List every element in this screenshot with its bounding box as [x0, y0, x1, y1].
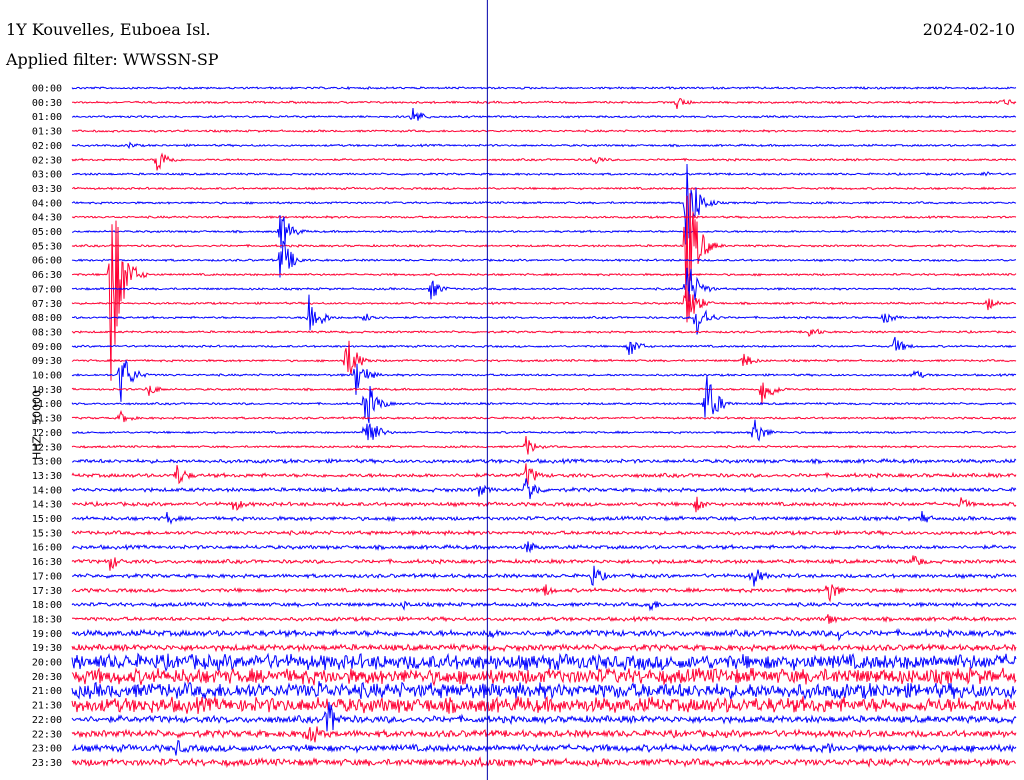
row-time-label: 20:00: [32, 658, 62, 669]
trace-row: [71, 628, 1017, 642]
row-time-label: 21:00: [32, 686, 62, 697]
helicorder-plot: 00:00 00:30 01:00 01:30 02:00 02:30 03:00 03:30…: [32, 0, 1017, 780]
trace-row: [71, 152, 1017, 171]
trace-row: [71, 220, 1017, 381]
trace-row: [71, 171, 1017, 177]
row-time-label: 02:00: [32, 141, 62, 152]
row-time-label: 08:30: [32, 327, 62, 338]
row-time-label: 04:00: [32, 198, 62, 209]
row-time-label: 01:00: [32, 112, 62, 123]
row-time-label: 16:30: [32, 557, 62, 568]
trace-row: [71, 529, 1017, 537]
row-time-label: 00:00: [32, 84, 62, 95]
trace-row: [71, 215, 1017, 249]
row-time-label: 23:00: [32, 744, 62, 755]
trace-row: [71, 478, 1017, 500]
trace-row: [71, 652, 1017, 673]
traces-group: [71, 85, 1017, 769]
row-time-label: 19:30: [32, 643, 62, 654]
row-time-label: 17:30: [32, 586, 62, 597]
row-time-label: 13:00: [32, 457, 62, 468]
trace-row: [71, 681, 1017, 701]
trace-row: [71, 193, 1017, 302]
row-time-label: 16:00: [32, 543, 62, 554]
trace-row: [71, 163, 1017, 245]
row-time-label: 03:00: [32, 170, 62, 181]
row-time-label: 22:00: [32, 715, 62, 726]
row-time-label: 01:30: [32, 127, 62, 138]
row-time-label: 11:30: [32, 414, 62, 425]
row-time-label: 18:30: [32, 614, 62, 625]
trace-row: [71, 108, 1017, 121]
row-time-label: 22:30: [32, 729, 62, 740]
trace-row: [71, 382, 1017, 405]
row-time-label: 07:30: [32, 299, 62, 310]
trace-row: [71, 584, 1017, 603]
row-time-label: 12:00: [32, 428, 62, 439]
row-time-label: 11:00: [32, 399, 62, 410]
row-time-label: 14:00: [32, 485, 62, 496]
row-time-label: 02:30: [32, 155, 62, 166]
row-time-label: 05:30: [32, 241, 62, 252]
row-time-label: 03:30: [32, 184, 62, 195]
trace-row: [72, 294, 1017, 335]
row-time-label: 15:00: [32, 514, 62, 525]
row-time-label: 23:30: [32, 758, 62, 769]
row-time-label: 17:00: [32, 571, 62, 582]
trace-row: [71, 756, 1016, 769]
row-time-label: 14:30: [32, 500, 62, 511]
row-time-label: 00:30: [32, 98, 62, 109]
trace-row: [71, 85, 1017, 91]
row-time-label: 19:00: [32, 629, 62, 640]
trace-row: [71, 186, 1017, 191]
row-time-label: 18:00: [32, 600, 62, 611]
row-time-label: 20:30: [32, 672, 62, 683]
row-time-label: 05:00: [32, 227, 62, 238]
row-time-label: 04:30: [32, 213, 62, 224]
trace-row: [71, 141, 1017, 150]
row-time-label: 13:30: [32, 471, 62, 482]
trace-row: [71, 739, 1017, 756]
trace-row: [71, 435, 1017, 455]
trace-row: [71, 375, 1017, 424]
row-time-label: 10:30: [32, 385, 62, 396]
trace-row: [71, 695, 1017, 714]
trace-row: [71, 267, 1017, 302]
row-time-label: 09:00: [32, 342, 62, 353]
trace-row: [71, 97, 1017, 109]
trace-row: [71, 600, 1017, 612]
trace-row: [71, 419, 1017, 442]
row-time-label: 09:30: [32, 356, 62, 367]
row-time-label: 08:00: [32, 313, 62, 324]
trace-row: [71, 510, 1017, 525]
trace-row: [71, 336, 1017, 355]
row-time-label: 21:30: [32, 701, 62, 712]
trace-row: [71, 565, 1017, 587]
trace-row: [71, 555, 1017, 571]
trace-row: [71, 642, 1017, 653]
trace-row: [71, 726, 1017, 743]
trace-row: [71, 541, 1017, 554]
row-time-label: 12:30: [32, 442, 62, 453]
row-time-label: 10:00: [32, 371, 62, 382]
row-labels-group: 00:00 00:30 01:00 01:30 02:00 02:30 03:00 03:30…: [32, 84, 62, 769]
trace-row: [71, 463, 1017, 486]
row-time-label: 07:00: [32, 284, 62, 295]
trace-row: [71, 614, 1017, 624]
row-time-label: 15:30: [32, 528, 62, 539]
trace-row: [71, 666, 1017, 687]
trace-row: [71, 328, 1017, 338]
trace-row: [71, 409, 1017, 423]
row-time-label: 06:00: [32, 256, 62, 267]
row-time-label: 06:30: [32, 270, 62, 281]
trace-row: [71, 457, 1017, 465]
trace-row: [71, 215, 1017, 220]
trace-row: [71, 359, 1017, 402]
trace-row: [71, 496, 1017, 513]
trace-row: [71, 129, 1017, 134]
